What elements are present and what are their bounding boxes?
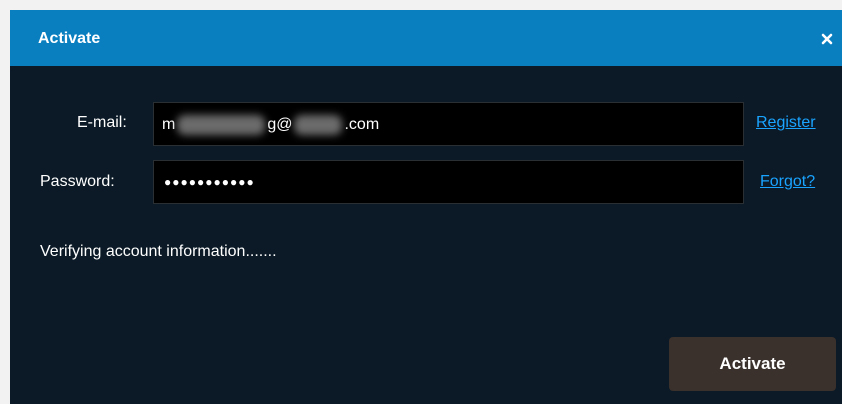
password-field[interactable]: ●●●●●●●●●●●	[153, 160, 744, 204]
activate-dialog: Activate E-mail: m g@ .com Register Pass…	[10, 10, 842, 404]
dialog-titlebar: Activate	[10, 10, 842, 66]
register-link[interactable]: Register	[756, 114, 816, 132]
status-text: Verifying account information.......	[40, 243, 277, 260]
email-prefix: m	[162, 116, 176, 133]
close-icon[interactable]	[820, 32, 834, 46]
password-value: ●●●●●●●●●●●	[164, 175, 255, 189]
email-middle: g@	[267, 116, 293, 133]
redacted-email-user	[177, 115, 266, 135]
activate-button[interactable]: Activate	[669, 337, 836, 391]
redacted-email-domain	[294, 115, 343, 135]
email-field[interactable]: m g@ .com	[153, 102, 744, 146]
email-label: E-mail:	[77, 114, 127, 131]
email-suffix: .com	[344, 116, 380, 133]
forgot-link[interactable]: Forgot?	[760, 173, 815, 191]
password-label: Password:	[40, 173, 115, 190]
email-value: m g@ .com	[162, 115, 379, 135]
dialog-title: Activate	[38, 30, 101, 47]
